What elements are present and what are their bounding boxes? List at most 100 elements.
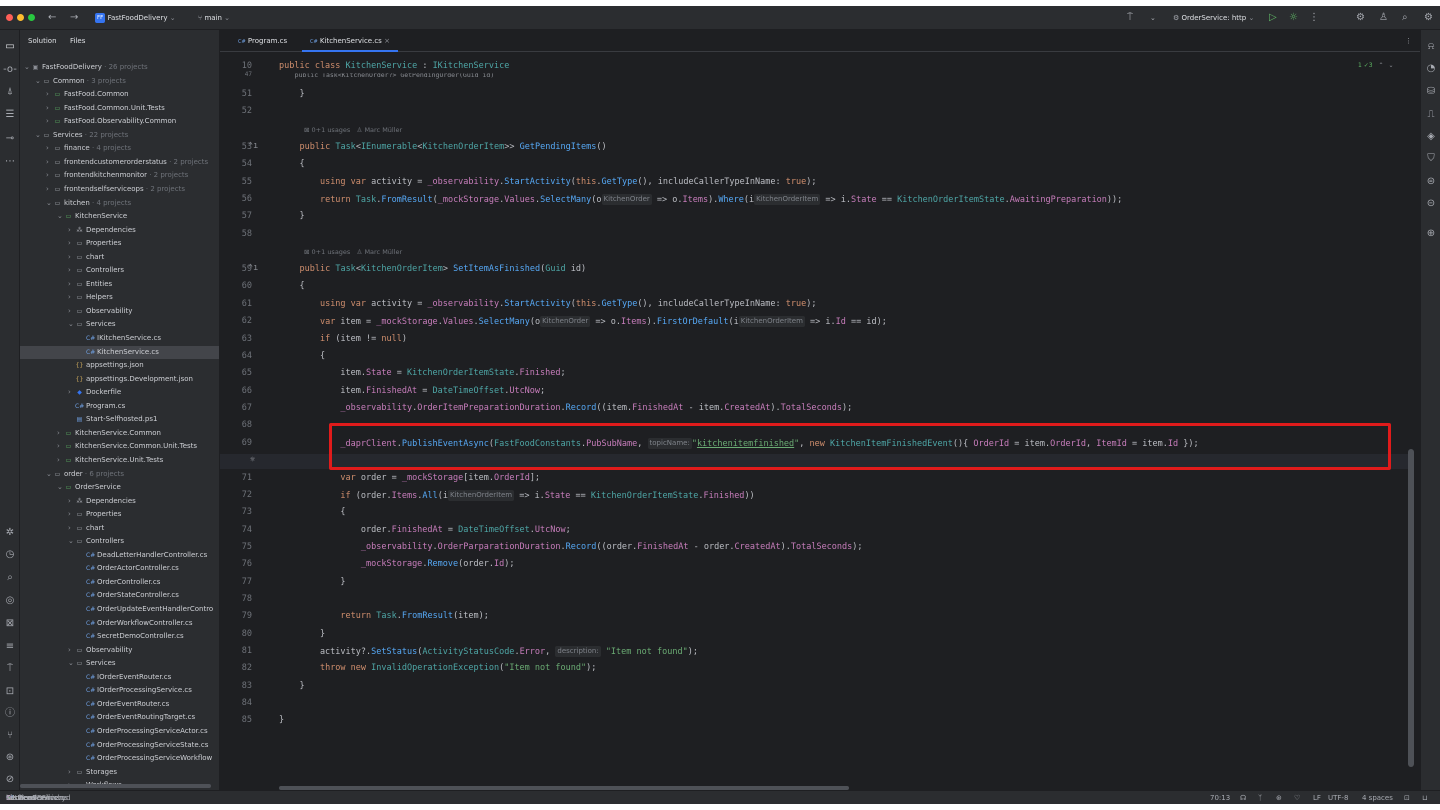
debug-icon[interactable]: ☼ xyxy=(1289,6,1298,30)
version-control-icon[interactable]: ⑂ xyxy=(0,729,20,743)
expand-chevron-icon[interactable]: ⌄ xyxy=(68,535,75,549)
tree-item[interactable]: ⌄ ▭ OrderService xyxy=(20,481,219,495)
tree-item[interactable]: › ▭ Entities xyxy=(20,278,219,292)
tab-kitchenservice-cs[interactable]: C# KitchenService.cs × xyxy=(302,30,398,52)
code-line[interactable]: } xyxy=(279,577,345,587)
tree-item[interactable]: ⌄ ▭ order · 6 projects xyxy=(20,468,219,482)
tree-item[interactable]: C# DeadLetterHandlerController.cs xyxy=(20,549,219,563)
expand-chevron-icon[interactable]: ⌄ xyxy=(24,61,31,75)
tree-item[interactable]: C# Program.cs xyxy=(20,400,219,414)
code-line[interactable]: _observability.OrderParparationDuration.… xyxy=(279,542,863,552)
indent-setting[interactable]: 4 spaces xyxy=(1362,791,1393,804)
expand-chevron-icon[interactable]: ⌄ xyxy=(35,75,42,89)
collapse-chevron-icon[interactable]: › xyxy=(46,183,53,197)
inspection-status-icon[interactable]: ⊛ xyxy=(1276,791,1282,804)
structure-icon[interactable]: ☰ xyxy=(0,108,20,122)
run-config-selector[interactable]: ⚙ OrderService: http ⌄ xyxy=(1173,6,1254,30)
code-line[interactable]: if (order.Items.All(i KitchenOrderItem =>… xyxy=(279,489,755,501)
editor-vertical-scrollbar[interactable] xyxy=(1408,449,1414,767)
tree-item[interactable]: C# IKitchenService.cs xyxy=(20,332,219,346)
collapse-chevron-icon[interactable]: › xyxy=(68,386,75,400)
ai-status-icon[interactable]: ᛉ xyxy=(1258,791,1262,804)
tree-item[interactable]: C# KitchenService.cs xyxy=(20,345,219,360)
notifications-icon[interactable]: ⊘ xyxy=(0,773,20,787)
expand-chevron-icon[interactable]: ⌄ xyxy=(68,657,75,671)
tree-item[interactable]: C# OrderStateController.cs xyxy=(20,589,219,603)
tree-item[interactable]: ⌄ ▭ Services · 22 projects xyxy=(20,129,219,143)
project-panel-scrollbar[interactable] xyxy=(20,784,211,788)
code-line[interactable]: } xyxy=(279,629,325,639)
line-separator[interactable]: LF xyxy=(1313,791,1321,804)
gradle-icon[interactable]: ◈ xyxy=(1421,130,1440,144)
more-vertical-icon[interactable]: ⋮ xyxy=(1309,6,1319,30)
collapse-chevron-icon[interactable]: › xyxy=(46,88,53,102)
settings-icon[interactable]: ⚙ xyxy=(1424,6,1433,30)
tree-item[interactable]: ⌄ ▣ FastFoodDelivery · 26 projects xyxy=(20,61,219,75)
tree-item[interactable]: {} appsettings.json xyxy=(20,359,219,373)
code-line[interactable]: return Task.FromResult(_mockStorage.Valu… xyxy=(279,194,1122,205)
vcs-status-icon[interactable]: ☊ xyxy=(1240,791,1246,804)
expand-chevron-icon[interactable]: ⌄ xyxy=(57,210,64,224)
sticky-class-header[interactable]: public class KitchenService : IKitchenSe… xyxy=(279,61,509,71)
close-icon[interactable]: × xyxy=(384,37,390,45)
tree-item[interactable]: › ▭ KitchenService.Unit.Tests xyxy=(20,454,219,468)
more-horizontal-icon[interactable]: ⋯ xyxy=(0,155,20,169)
tree-item[interactable]: › ▭ Controllers xyxy=(20,264,219,278)
run-tool-icon[interactable]: ◷ xyxy=(0,548,20,562)
code-vision-usages[interactable]: ⊠ 0+1 usages ♙ Marc Müller xyxy=(304,126,402,134)
code-line[interactable]: } xyxy=(279,715,284,725)
collapse-chevron-icon[interactable]: › xyxy=(68,495,75,509)
tree-item[interactable]: › ▭ Observability xyxy=(20,305,219,319)
nav-up-icon[interactable]: ⌃ xyxy=(1379,62,1384,69)
collapse-chevron-icon[interactable]: › xyxy=(68,644,75,658)
commit-icon[interactable]: -o- xyxy=(0,63,20,77)
tree-item[interactable]: ⌄ ▭ Services xyxy=(20,657,219,671)
copilot-icon[interactable]: ⊜ xyxy=(1421,175,1440,189)
tree-item[interactable]: ⌄ ▭ Controllers xyxy=(20,535,219,549)
shield-icon[interactable]: ♡ xyxy=(1294,791,1300,804)
code-line[interactable]: activity?.SetStatus(ActivityStatusCode.E… xyxy=(279,646,698,657)
collapse-chevron-icon[interactable]: › xyxy=(68,278,75,292)
tree-item[interactable]: › ⁂ Dependencies xyxy=(20,495,219,509)
problems-icon[interactable]: ⓘ xyxy=(0,707,20,721)
expand-chevron-icon[interactable]: ⌄ xyxy=(46,197,53,211)
vcs-icon[interactable]: ⍑ xyxy=(1127,6,1133,30)
tree-item[interactable]: C# OrderController.cs xyxy=(20,576,219,590)
aws-icon[interactable]: ⍋ xyxy=(0,85,20,99)
code-line[interactable]: public Task<KitchenOrderItem> SetItemAsF… xyxy=(279,264,586,274)
tree-item[interactable]: C# IOrderEventRouter.cs xyxy=(20,671,219,685)
services-icon[interactable]: ✲ xyxy=(0,526,20,540)
code-line[interactable]: item.FinishedAt = DateTimeOffset.UtcNow; xyxy=(279,386,545,396)
tree-item[interactable]: C# OrderEventRouter.cs xyxy=(20,698,219,712)
code-line[interactable]: throw new InvalidOperationException("Ite… xyxy=(279,663,596,673)
collapse-chevron-icon[interactable]: › xyxy=(46,169,53,183)
tree-item[interactable]: ⌄ ▭ kitchen · 4 projects xyxy=(20,197,219,211)
code-line[interactable]: var order = _mockStorage[item.OrderId]; xyxy=(279,473,540,483)
tab-solution[interactable]: Solution xyxy=(28,30,57,52)
tree-item[interactable]: › ▭ Observability xyxy=(20,644,219,658)
tab-files[interactable]: Files xyxy=(70,30,85,52)
tree-item[interactable]: › ▭ Properties xyxy=(20,237,219,251)
tree-item[interactable]: ⌄ ▭ Common · 3 projects xyxy=(20,75,219,89)
pull-requests-icon[interactable]: ⊸ xyxy=(0,132,20,146)
tree-item[interactable]: {} appsettings.Development.json xyxy=(20,373,219,387)
code-line[interactable]: } xyxy=(279,211,304,221)
tree-item[interactable]: › ▭ KitchenService.Common.Unit.Tests xyxy=(20,440,219,454)
inspection-widget[interactable]: 1 ✓3 ⌃ ⌄ xyxy=(1358,62,1393,69)
run-icon[interactable]: ▷ xyxy=(1269,6,1277,30)
tree-item[interactable]: C# OrderActorController.cs xyxy=(20,562,219,576)
tree-item[interactable]: › ▭ chart xyxy=(20,251,219,265)
tree-item[interactable]: C# OrderProcessingServiceWorkflow xyxy=(20,752,219,766)
collapse-chevron-icon[interactable]: › xyxy=(46,142,53,156)
tree-item[interactable]: › ▭ finance · 4 projects xyxy=(20,142,219,156)
breadcrumb-item[interactable]: SetItemAsFinished xyxy=(6,791,71,804)
collapse-chevron-icon[interactable]: › xyxy=(57,454,64,468)
todo-icon[interactable]: ≡ xyxy=(0,640,20,654)
implements-gutter-icon[interactable]: ⌃ı xyxy=(248,263,258,273)
coverage-icon[interactable]: ⛉ xyxy=(1421,152,1440,166)
tab-program-cs[interactable]: C# Program.cs xyxy=(230,30,295,52)
code-line[interactable]: public Task<IEnumerable<KitchenOrderItem… xyxy=(279,142,606,152)
code-line[interactable]: using var activity = _observability.Star… xyxy=(279,299,817,309)
tree-item[interactable]: › ▭ FastFood.Common.Unit.Tests xyxy=(20,102,219,116)
expand-chevron-icon[interactable]: ⌄ xyxy=(35,129,42,143)
